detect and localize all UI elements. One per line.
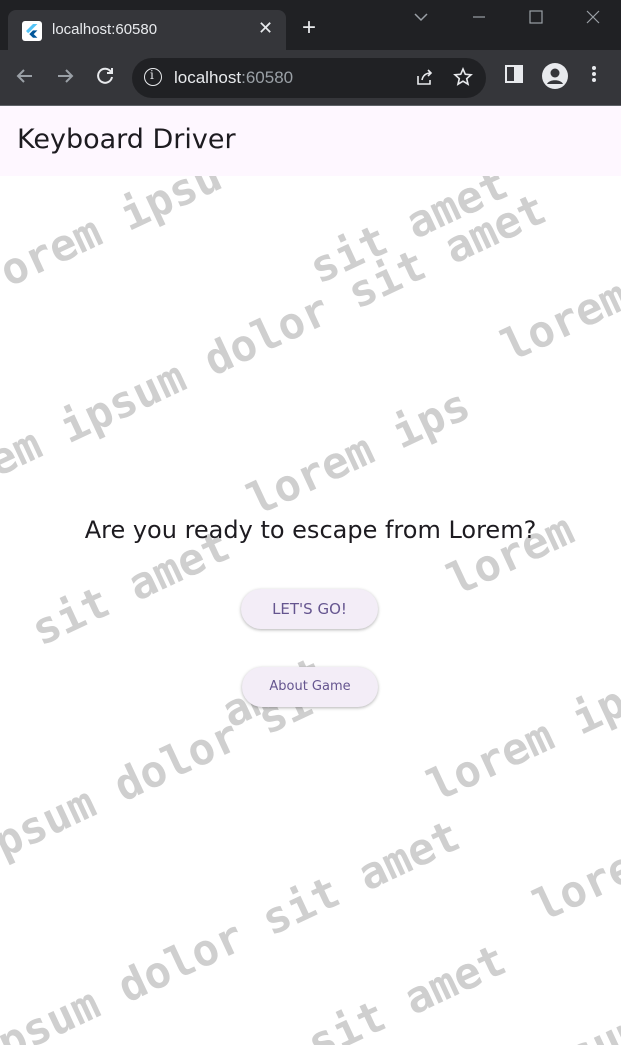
intro-question: Are you ready to escape from Lorem? (84, 516, 537, 544)
watermark-text: lorem (526, 830, 621, 933)
new-tab-icon[interactable]: + (302, 16, 316, 40)
site-info-icon[interactable] (144, 68, 162, 86)
app-viewport: Keyboard Driver orem ipsu sit amet em ip… (0, 106, 621, 1045)
browser-tab[interactable]: localhost:60580 ✕ (8, 10, 286, 50)
back-arrow-icon[interactable] (14, 65, 36, 91)
side-panel-icon[interactable] (504, 64, 524, 89)
watermark-text: sit amet (300, 934, 514, 1045)
url-host: localhost (174, 68, 242, 87)
watermark-text: lorem ips (240, 379, 478, 527)
watermark-text: lorem ipsu (420, 654, 621, 813)
url-text[interactable]: localhost:60580 (174, 68, 293, 88)
browser-tab-strip: localhost:60580 ✕ + (0, 0, 621, 50)
maximize-icon[interactable] (527, 8, 545, 31)
tab-title: localhost:60580 (52, 21, 158, 38)
app-bar: Keyboard Driver (0, 106, 621, 176)
tab-search-icon[interactable] (412, 8, 430, 31)
profile-avatar-icon[interactable] (541, 62, 569, 95)
app-title: Keyboard Driver (17, 124, 236, 155)
url-port: :60580 (241, 68, 294, 87)
about-game-button[interactable]: About Game (242, 667, 378, 707)
minimize-icon[interactable] (470, 8, 488, 31)
watermark-text: sum (560, 1002, 621, 1045)
tab-close-icon[interactable]: ✕ (258, 18, 273, 39)
flutter-favicon-icon (22, 21, 42, 41)
browser-toolbar: localhost:60580 (0, 50, 621, 106)
lets-go-button[interactable]: LET'S GO! (241, 589, 378, 629)
bookmark-star-icon[interactable] (452, 66, 474, 94)
share-icon[interactable] (414, 66, 436, 94)
address-bar[interactable]: localhost:60580 (132, 58, 486, 98)
kebab-menu-icon[interactable] (586, 64, 602, 89)
window-close-icon[interactable] (584, 8, 602, 31)
forward-arrow-icon[interactable] (54, 65, 76, 91)
reload-icon[interactable] (94, 65, 116, 91)
